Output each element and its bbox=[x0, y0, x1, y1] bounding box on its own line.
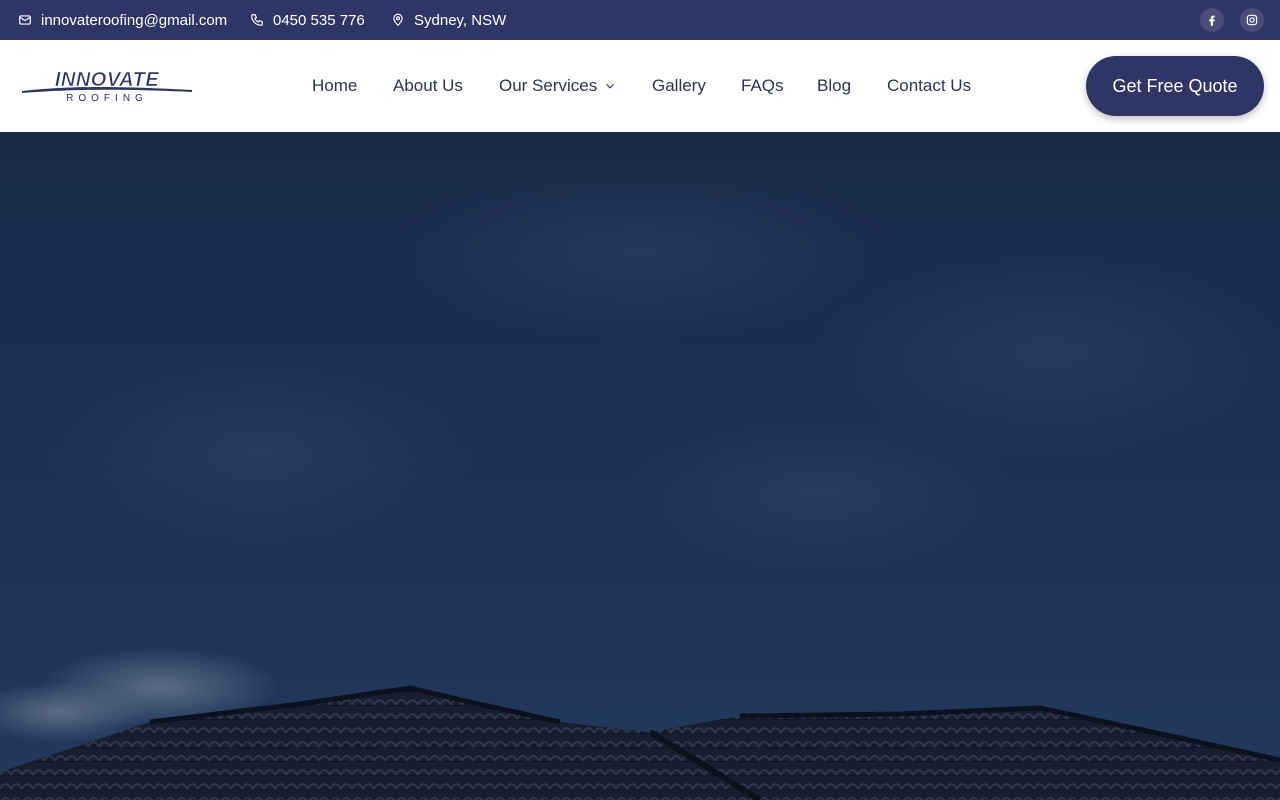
nav-blog[interactable]: Blog bbox=[817, 40, 851, 132]
nav-contact-us[interactable]: Contact Us bbox=[887, 40, 971, 132]
get-free-quote-button[interactable]: Get Free Quote bbox=[1086, 56, 1264, 116]
nav-our-services-label: Our Services bbox=[499, 76, 598, 95]
phone-icon bbox=[251, 14, 263, 26]
nav-gallery[interactable]: Gallery bbox=[652, 40, 706, 132]
chevron-down-icon bbox=[606, 83, 615, 89]
hero-banner bbox=[0, 132, 1280, 800]
nav-home[interactable]: Home bbox=[312, 40, 357, 132]
instagram-link[interactable] bbox=[1240, 8, 1264, 32]
mail-icon bbox=[19, 15, 31, 25]
email-contact[interactable]: innovateroofing@gmail.com bbox=[18, 0, 227, 40]
innovate-roofing-logo[interactable]: INNOVATE ROOFING bbox=[20, 69, 194, 103]
facebook-icon bbox=[1209, 15, 1215, 26]
phone-text[interactable]: 0450 535 776 bbox=[273, 12, 365, 29]
facebook-link[interactable] bbox=[1200, 8, 1224, 32]
location-contact: Sydney, NSW bbox=[391, 0, 506, 40]
main-header: INNOVATE ROOFING Home About Us Our Servi… bbox=[0, 40, 1280, 132]
instagram-icon bbox=[1246, 14, 1258, 26]
hero-dark-overlay bbox=[0, 132, 1280, 800]
logo-wordmark: INNOVATE bbox=[55, 69, 160, 91]
nav-faqs[interactable]: FAQs bbox=[741, 40, 784, 132]
nav-our-services[interactable]: Our Services bbox=[499, 40, 617, 132]
location-pin-icon bbox=[393, 13, 403, 27]
location-text: Sydney, NSW bbox=[414, 11, 507, 29]
email-text[interactable]: innovateroofing@gmail.com bbox=[41, 12, 227, 29]
nav-about-us[interactable]: About Us bbox=[393, 40, 463, 132]
top-contact-bar: innovateroofing@gmail.com 0450 535 776 S… bbox=[0, 0, 1280, 40]
phone-contact[interactable]: 0450 535 776 bbox=[250, 0, 365, 40]
logo-subtitle: ROOFING bbox=[66, 93, 148, 103]
